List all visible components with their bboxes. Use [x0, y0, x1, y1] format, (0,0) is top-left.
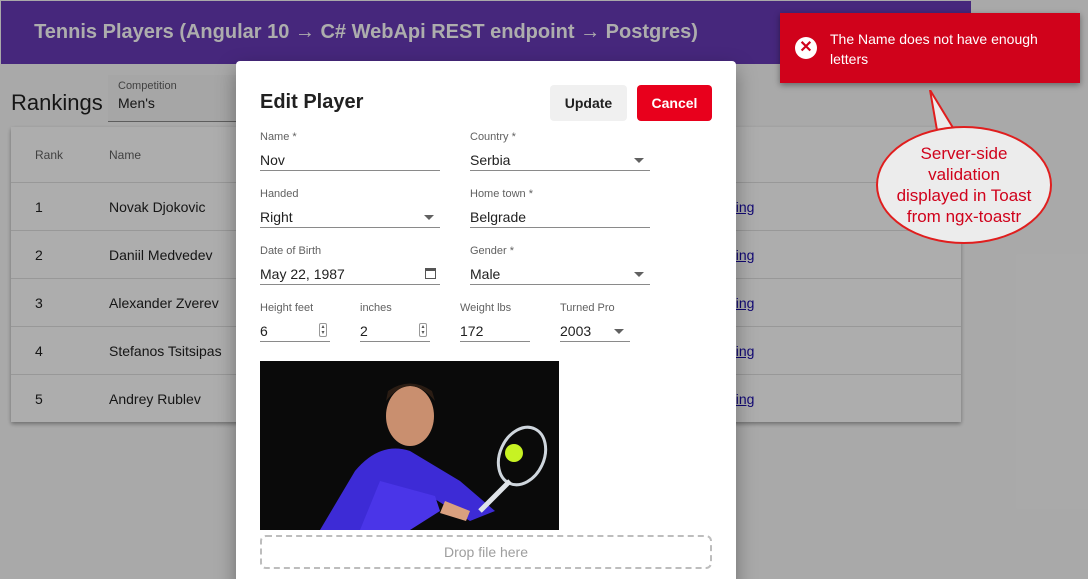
- weight-input[interactable]: 172: [460, 320, 530, 342]
- annotation-callout: Server-side validation displayed in Toas…: [876, 126, 1052, 244]
- player-photo: [260, 361, 559, 530]
- home-town-label: Home town *: [470, 188, 533, 200]
- height-feet-label: Height feet: [260, 302, 314, 314]
- country-label: Country *: [470, 131, 516, 143]
- chevron-down-icon: [634, 272, 644, 277]
- name-input[interactable]: Nov: [260, 149, 440, 171]
- dropzone-label: Drop file here: [443, 544, 529, 560]
- spinner-icon[interactable]: ▴ ▾: [419, 323, 427, 337]
- error-toast[interactable]: ✕ The Name does not have enough letters: [780, 13, 1080, 83]
- name-field[interactable]: Name * Nov: [260, 131, 440, 171]
- height-feet-input[interactable]: 6: [260, 323, 268, 339]
- error-icon: ✕: [795, 37, 817, 59]
- chevron-down-icon: [634, 158, 644, 163]
- dob-field[interactable]: Date of Birth May 22, 1987: [260, 245, 440, 285]
- gender-label: Gender *: [470, 245, 515, 257]
- country-select[interactable]: Country * Serbia: [470, 131, 650, 171]
- handed-select[interactable]: Handed Right: [260, 188, 440, 228]
- chevron-down-icon: [614, 329, 624, 334]
- edit-player-dialog: Edit Player Update Cancel Name * Nov Cou…: [236, 61, 736, 579]
- inches-input[interactable]: 2: [360, 323, 368, 339]
- name-label: Name *: [260, 131, 297, 143]
- home-town-input[interactable]: Belgrade: [470, 206, 650, 228]
- turned-pro-value: 2003: [560, 323, 592, 339]
- home-town-field[interactable]: Home town * Belgrade: [470, 188, 650, 228]
- turned-pro-select[interactable]: Turned Pro 2003: [560, 302, 630, 342]
- handed-value: Right: [260, 209, 293, 225]
- country-value: Serbia: [470, 152, 511, 168]
- toast-message: The Name does not have enough letters: [830, 31, 1038, 67]
- inches-label: inches: [360, 302, 392, 314]
- callout-text: Server-side validation displayed in Toas…: [896, 144, 1032, 226]
- cancel-button[interactable]: Cancel: [637, 85, 712, 121]
- chevron-down-icon: [424, 215, 434, 220]
- weight-field[interactable]: Weight lbs 172: [460, 302, 530, 342]
- height-feet-field[interactable]: Height feet 6 ▴ ▾: [260, 302, 330, 342]
- dob-input[interactable]: May 22, 1987: [260, 266, 345, 282]
- inches-field[interactable]: inches 2 ▴ ▾: [360, 302, 430, 342]
- update-button[interactable]: Update: [550, 85, 627, 121]
- dob-label: Date of Birth: [260, 245, 322, 257]
- turned-pro-label: Turned Pro: [560, 302, 615, 314]
- handed-label: Handed: [260, 188, 299, 200]
- weight-label: Weight lbs: [460, 302, 512, 314]
- gender-select[interactable]: Gender * Male: [470, 245, 650, 285]
- spinner-icon[interactable]: ▴ ▾: [319, 323, 327, 337]
- dialog-title: Edit Player: [260, 91, 364, 113]
- gender-value: Male: [470, 266, 501, 282]
- calendar-icon[interactable]: [425, 268, 436, 279]
- file-dropzone[interactable]: Drop file here: [260, 535, 712, 569]
